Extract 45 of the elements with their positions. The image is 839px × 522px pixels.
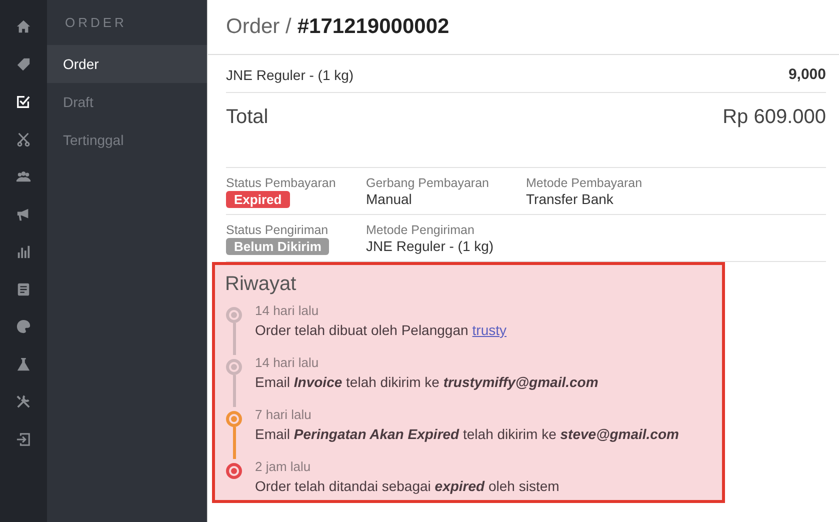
field-label: Gerbang Pembayaran: [366, 176, 489, 190]
event-time: 14 hari lalu: [255, 303, 319, 318]
sidebar-heading: ORDER: [64, 14, 128, 32]
field-label: Status Pembayaran: [226, 176, 336, 190]
timeline-line: [232, 427, 236, 459]
event-text: Email Invoice telah dikirim ke trustymiffy@gmail.com: [255, 374, 598, 390]
event-time: 14 hari lalu: [255, 355, 319, 370]
sidebar-item[interactable]: Order: [47, 45, 207, 83]
section-title: Riwayat: [225, 273, 298, 296]
checkbox-icon[interactable]: [16, 94, 31, 109]
field-value: Manual: [366, 191, 412, 207]
event-text: Order telah ditandai sebagai expired oleh sistem: [255, 478, 560, 494]
timeline-line: [232, 323, 236, 355]
megaphone-icon[interactable]: [16, 206, 31, 222]
field-label: Status Pengiriman: [226, 223, 328, 237]
sidebar-item[interactable]: Draft: [47, 83, 207, 121]
field-value: Transfer Bank: [526, 191, 614, 207]
document-icon[interactable]: [16, 282, 31, 296]
scissors-icon[interactable]: [16, 132, 31, 146]
timeline-line: [232, 375, 236, 407]
tools-icon[interactable]: [16, 394, 31, 409]
status-badge: Expired: [226, 191, 290, 208]
total-amount: Rp 609.000: [722, 106, 826, 129]
total-label: Total: [226, 106, 268, 129]
page-title: Order /: [226, 15, 292, 39]
order-number: #171219000002: [297, 15, 450, 39]
event-time: 7 hari lalu: [255, 407, 312, 422]
users-icon[interactable]: [16, 169, 31, 184]
home-icon[interactable]: [16, 19, 31, 34]
palette-icon[interactable]: [16, 319, 31, 334]
tag-icon[interactable]: [16, 56, 31, 72]
bar-chart-icon[interactable]: [16, 244, 31, 259]
field-label: Metode Pembayaran: [526, 176, 642, 190]
item-amount: 9,000: [788, 66, 826, 83]
event-text: Email Peringatan Akan Expired telah dikirim ke steve@gmail.com: [255, 426, 679, 442]
sign-in-icon[interactable]: [16, 432, 31, 446]
flask-icon[interactable]: [16, 356, 31, 372]
event-time: 2 jam lalu: [255, 459, 311, 474]
sidebar-item[interactable]: Tertinggal: [47, 121, 207, 159]
field-label: Metode Pengiriman: [366, 223, 474, 237]
status-badge: Belum Dikirim: [226, 238, 330, 255]
item-name: JNE Reguler - (1 kg): [226, 67, 354, 83]
event-text: Order telah dibuat oleh Pelanggan trusty: [255, 322, 507, 338]
customer-link[interactable]: trusty: [472, 322, 507, 338]
field-value: JNE Reguler - (1 kg): [366, 238, 494, 254]
